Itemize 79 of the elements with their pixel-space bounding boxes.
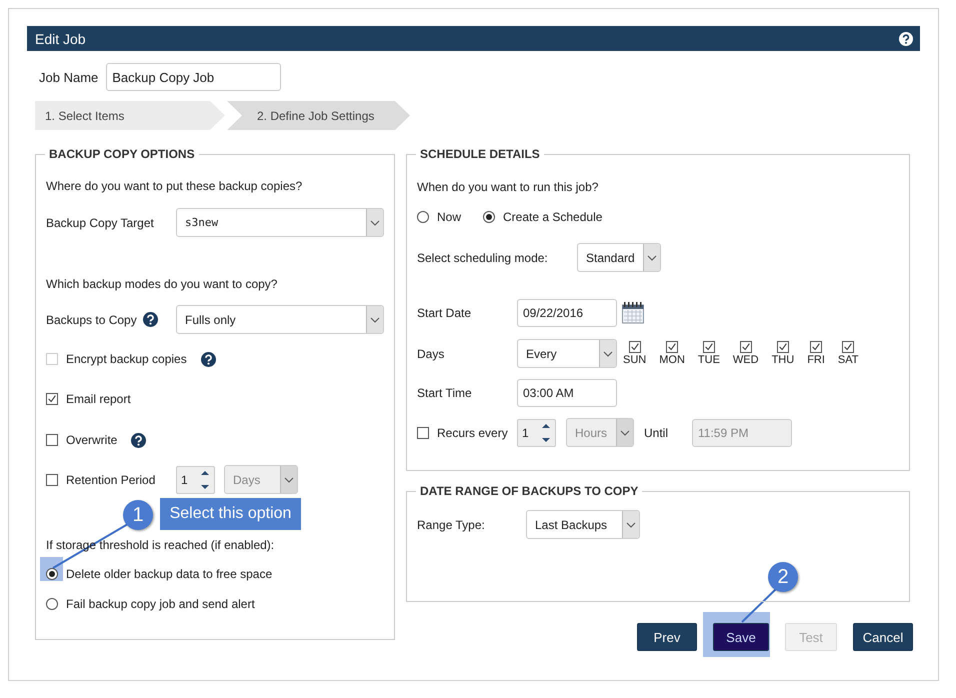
checkbox[interactable] xyxy=(842,341,854,353)
option-label: Retention Period xyxy=(66,472,156,486)
field-label: Until xyxy=(644,426,668,440)
number-field[interactable]: 1 xyxy=(176,466,215,494)
job-name-field[interactable]: Backup Copy Job xyxy=(106,63,282,91)
option-label: Delete older backup data to free space xyxy=(66,567,272,581)
field-label: Range Type: xyxy=(417,518,486,532)
weekday-label: WED xyxy=(732,354,759,366)
select-field[interactable]: Last Backups xyxy=(526,510,640,539)
weekday-label: SAT xyxy=(838,354,858,366)
step-number-badge: 1 xyxy=(123,500,153,530)
chevron-icon xyxy=(284,476,294,482)
dialog-title: Edit Job xyxy=(35,30,86,46)
chevron-icon xyxy=(603,350,613,356)
field-label: Start Time xyxy=(417,386,473,400)
chevron-icon xyxy=(626,522,636,528)
highlight xyxy=(703,612,770,657)
radio-button[interactable] xyxy=(483,211,496,223)
dialog-button[interactable]: Cancel xyxy=(853,623,913,651)
wizard-step[interactable]: 2. Define Job Settings xyxy=(227,101,410,130)
chevron-icon xyxy=(620,430,630,436)
field-label: Days xyxy=(417,346,446,360)
checkbox[interactable] xyxy=(628,341,641,353)
select-field[interactable]: Every xyxy=(517,339,617,368)
section-title: SCHEDULE DETAILS xyxy=(419,147,541,161)
option-label: Fail backup copy job and send alert xyxy=(66,597,255,611)
field-label: Backup Copy Target xyxy=(46,216,155,230)
field-label: Select scheduling mode: xyxy=(417,250,549,264)
select-field[interactable]: s3new xyxy=(176,208,384,237)
number-field[interactable]: 1 xyxy=(517,418,556,446)
weekday-label: SUN xyxy=(623,354,646,366)
step-number-badge: 2 xyxy=(768,562,798,592)
option-label: Encrypt backup copies xyxy=(66,352,187,366)
stepper-icon xyxy=(542,422,550,442)
checkbox[interactable] xyxy=(702,341,715,353)
time-field[interactable]: 03:00 AM xyxy=(517,379,617,407)
calendar-icon[interactable] xyxy=(622,302,644,324)
chevron-icon xyxy=(370,316,380,322)
checkbox[interactable] xyxy=(740,341,752,353)
option-label: Email report xyxy=(66,392,131,406)
checkbox[interactable] xyxy=(810,341,822,353)
field-label: Backups to Copy xyxy=(46,312,137,326)
question-text: Where do you want to put these backup copies? xyxy=(46,179,304,193)
weekday-label: MON xyxy=(659,354,685,366)
checkbox[interactable] xyxy=(776,341,789,353)
dialog-button[interactable]: Save xyxy=(713,623,769,651)
radio-button[interactable] xyxy=(417,211,429,223)
section-title: BACKUP COPY OPTIONS xyxy=(48,147,196,161)
select-field[interactable]: Fulls only xyxy=(176,305,384,334)
field-label: Start Date xyxy=(417,306,472,320)
option-label: Overwrite xyxy=(66,433,118,447)
checkbox[interactable] xyxy=(417,426,429,438)
chevron-icon xyxy=(647,254,657,260)
radio-button[interactable] xyxy=(46,598,58,610)
wizard-step[interactable]: 1. Select Items xyxy=(35,101,225,130)
select-field[interactable]: Standard xyxy=(577,243,661,272)
radio-button[interactable] xyxy=(46,568,58,580)
leader-line xyxy=(741,588,777,623)
checkbox[interactable] xyxy=(46,474,58,486)
callout-label: Select this option xyxy=(160,498,301,530)
question-text: Which backup modes do you want to copy? xyxy=(46,277,278,291)
option-label: Recurs every xyxy=(437,426,508,440)
weekday-label: TUE xyxy=(698,354,720,366)
checkbox[interactable] xyxy=(46,393,58,405)
highlight xyxy=(40,557,63,581)
option-label: Now xyxy=(437,210,462,224)
chevron-icon xyxy=(370,220,380,226)
date-field[interactable]: 09/22/2016 xyxy=(517,299,617,327)
option-label: Create a Schedule xyxy=(503,210,602,224)
weekday-label: FRI xyxy=(807,354,825,366)
section-title: DATE RANGE OF BACKUPS TO COPY xyxy=(419,484,640,498)
stepper-icon xyxy=(201,470,209,490)
field-label: Job Name xyxy=(39,70,98,84)
checkbox[interactable] xyxy=(46,434,58,446)
weekday-label: THU xyxy=(772,354,794,366)
dialog-button[interactable]: Prev xyxy=(637,623,697,651)
question-text: When do you want to run this job? xyxy=(417,180,600,194)
checkbox[interactable] xyxy=(666,341,678,353)
help-icon[interactable] xyxy=(899,32,913,46)
